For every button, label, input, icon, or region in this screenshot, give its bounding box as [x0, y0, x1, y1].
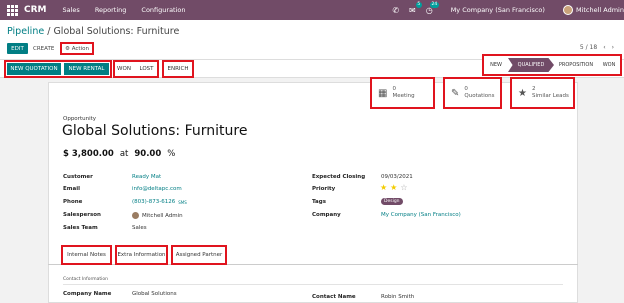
expected-revenue: $ 3,800.00 [63, 149, 114, 159]
breadcrumb-current: Global Solutions: Furniture [53, 26, 180, 37]
activities-badge: 24 [429, 1, 439, 8]
phone-icon[interactable]: ✆ [392, 6, 399, 15]
tab-internal-notes[interactable]: Internal Notes [61, 245, 112, 265]
menu-configuration[interactable]: Configuration [141, 6, 185, 14]
company-value[interactable]: My Company (San Francisco) [381, 212, 461, 218]
lost-button[interactable]: LOST [137, 63, 156, 75]
customer-label: Customer [63, 174, 93, 180]
pager-prev-icon[interactable]: ‹ [603, 44, 605, 51]
salesperson-avatar [132, 212, 139, 219]
priority-stars: ★ ★ ☆ [380, 183, 408, 192]
top-navbar: CRM Sales Reporting Configuration ✆ ✉ 5 ◷… [0, 0, 624, 20]
contact-name-value[interactable]: Robin Smith [381, 294, 414, 300]
priority-star-2-icon[interactable]: ★ [390, 183, 397, 192]
activities-icon[interactable]: ◷ 24 [426, 1, 439, 15]
breadcrumb-pipeline[interactable]: Pipeline [7, 26, 44, 37]
similar-count: 2 [531, 86, 536, 92]
stage-qualified[interactable]: QUALIFIED [508, 58, 554, 72]
create-button[interactable]: CREATE [33, 43, 54, 54]
tags-label: Tags [312, 199, 326, 205]
sales-team-label: Sales Team [63, 225, 98, 231]
new-rental-button[interactable]: NEW RENTAL [64, 63, 109, 75]
tag-badge[interactable]: Design [381, 198, 403, 205]
expected-closing-label: Expected Closing [312, 174, 366, 180]
breadcrumb: Pipeline / Global Solutions: Furniture [7, 26, 179, 37]
tab-assigned-partner[interactable]: Assigned Partner [171, 245, 227, 265]
tab-extra-information[interactable]: Extra Information [115, 245, 168, 265]
app-brand[interactable]: CRM [24, 5, 47, 15]
sms-link[interactable]: SMS [178, 200, 187, 205]
new-quotation-button[interactable]: NEW QUOTATION [7, 63, 61, 75]
company-name-value[interactable]: Global Solutions [132, 291, 177, 297]
menu-reporting[interactable]: Reporting [95, 6, 127, 14]
similar-leads-smart-button[interactable]: ★ 2 Similar Leads [510, 77, 575, 109]
sales-team-value[interactable]: Sales [132, 225, 147, 231]
expected-closing-value[interactable]: 09/03/2021 [381, 174, 413, 180]
company-switcher[interactable]: My Company (San Francisco) [451, 6, 545, 14]
priority-label: Priority [312, 186, 336, 192]
pager-value[interactable]: 5 / 18 [580, 44, 597, 51]
meeting-label: Meeting [392, 93, 415, 99]
won-button[interactable]: WON [116, 63, 132, 75]
company-label: Company [312, 212, 341, 218]
edit-button[interactable]: EDIT [7, 43, 28, 54]
similar-label: Similar Leads [531, 93, 569, 99]
contact-information-heading: Contact Information [63, 277, 108, 282]
meeting-smart-button[interactable]: ▦ 0 Meeting [370, 77, 435, 109]
probability-unit: % [167, 149, 176, 159]
messages-badge: 5 [415, 1, 422, 8]
record-title: Global Solutions: Furniture [62, 123, 248, 139]
stage-new[interactable]: NEW [484, 58, 508, 72]
stage-proposition[interactable]: PROPOSITION [554, 58, 598, 72]
section-divider [63, 284, 563, 285]
pencil-square-icon: ✎ [451, 87, 460, 99]
salesperson-field: Mitchell Admin [132, 212, 183, 219]
phone-label: Phone [63, 199, 83, 205]
quotations-label: Quotations [464, 93, 495, 99]
messages-icon[interactable]: ✉ 5 [409, 1, 422, 15]
revenue-at: at [119, 149, 129, 159]
company-name-label: Company Name [63, 291, 112, 297]
star-icon: ★ [518, 87, 527, 99]
stage-statusbar: NEW QUALIFIED PROPOSITION WON [482, 54, 622, 76]
record-type-label: Opportunity [63, 116, 97, 122]
menu-sales[interactable]: Sales [63, 6, 80, 14]
user-avatar[interactable] [562, 5, 573, 15]
salesperson-value[interactable]: Mitchell Admin [142, 213, 183, 219]
contact-name-label: Contact Name [312, 294, 356, 300]
quotations-smart-button[interactable]: ✎ 0 Quotations [443, 77, 502, 109]
email-label: Email [63, 186, 80, 192]
user-menu[interactable]: Mitchell Admin [576, 6, 624, 14]
enrich-button[interactable]: ENRICH [165, 63, 191, 75]
pager: 5 / 18 ‹ › [580, 44, 614, 51]
salesperson-label: Salesperson [63, 212, 101, 218]
quotations-count: 0 [464, 86, 468, 92]
priority-star-3-icon[interactable]: ☆ [400, 183, 407, 192]
apps-menu-icon[interactable] [5, 3, 19, 17]
revenue-line: $ 3,800.00 at 90.00 % [63, 149, 175, 159]
calendar-icon: ▦ [378, 87, 388, 99]
stage-won[interactable]: WON [598, 58, 620, 72]
action-button[interactable]: ⚙ Action [60, 42, 94, 55]
phone-field: (803)-873-6126 SMS [132, 199, 187, 205]
priority-star-1-icon[interactable]: ★ [380, 183, 387, 192]
email-value[interactable]: info@deltapc.com [132, 186, 182, 192]
form-sheet [48, 82, 578, 303]
phone-value[interactable]: (803)-873-6126 [132, 199, 175, 205]
tags-field: Design [381, 198, 403, 205]
customer-value[interactable]: Ready Mat [132, 174, 161, 180]
pager-next-icon[interactable]: › [612, 44, 614, 51]
meeting-count: 0 [392, 86, 396, 92]
probability-value: 90.00 [134, 149, 162, 159]
